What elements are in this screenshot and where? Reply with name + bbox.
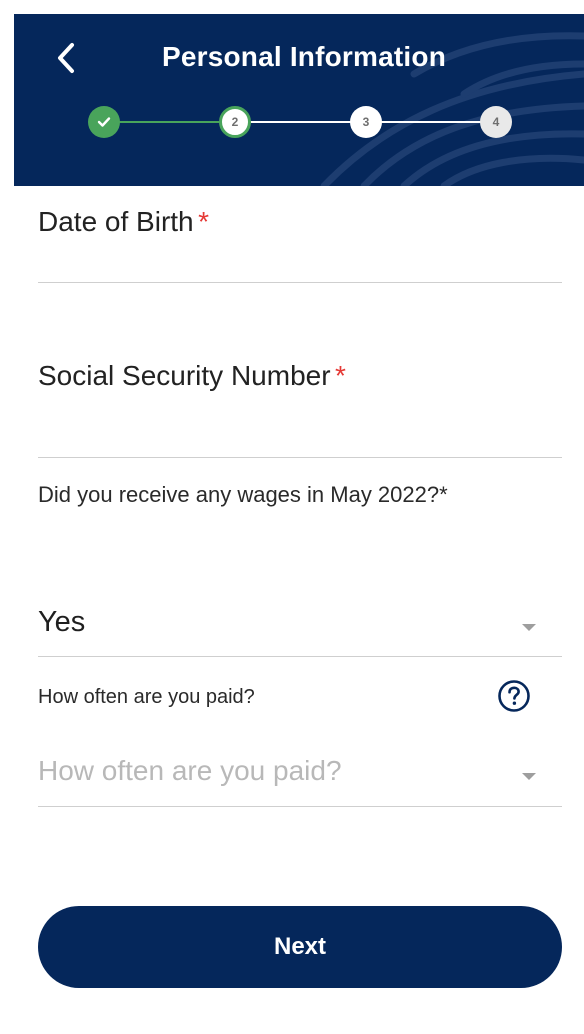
step-2-number: 2 — [231, 115, 239, 129]
pay-frequency-label: How often are you paid? — [38, 686, 255, 708]
wages-select[interactable]: Yes — [38, 602, 562, 650]
step-connector-1 — [116, 121, 234, 123]
dob-required-mark: * — [198, 206, 209, 237]
ssn-required-mark: * — [335, 360, 346, 391]
ssn-field[interactable]: Social Security Number * — [38, 360, 562, 392]
wages-question-text: Did you receive any wages in May 2022? — [38, 482, 440, 507]
dob-label: Date of Birth — [38, 206, 194, 237]
chevron-down-icon — [522, 624, 536, 631]
wages-underline — [38, 656, 562, 657]
pay-frequency-underline — [38, 806, 562, 807]
step-4-number: 4 — [492, 115, 500, 129]
app-header: Personal Information 2 3 4 — [14, 14, 584, 186]
pay-frequency-select[interactable]: How often are you paid? — [38, 751, 562, 799]
dob-field[interactable]: Date of Birth * — [38, 206, 562, 238]
progress-stepper: 2 3 4 — [14, 102, 584, 142]
step-3-number: 3 — [362, 115, 370, 129]
ssn-label: Social Security Number — [38, 360, 331, 391]
ssn-underline — [38, 457, 562, 458]
wages-required-mark: * — [439, 482, 448, 507]
wages-question: Did you receive any wages in May 2022?* — [38, 476, 458, 514]
pay-frequency-placeholder: How often are you paid? — [38, 755, 342, 786]
back-button[interactable] — [50, 38, 82, 78]
step-connector-2 — [248, 121, 366, 123]
step-4: 4 — [480, 106, 512, 138]
step-3: 3 — [350, 106, 382, 138]
next-button[interactable]: Next — [38, 906, 562, 988]
check-icon — [97, 117, 111, 127]
help-button[interactable] — [497, 679, 531, 713]
chevron-left-icon — [58, 43, 74, 73]
dob-underline — [38, 282, 562, 283]
wages-selected-value: Yes — [38, 606, 86, 638]
step-1 — [88, 106, 120, 138]
step-2: 2 — [219, 106, 251, 138]
eagle-watermark-icon — [320, 32, 584, 186]
question-circle-icon — [498, 680, 530, 712]
chevron-down-icon — [522, 773, 536, 780]
page-title: Personal Information — [161, 41, 447, 72]
